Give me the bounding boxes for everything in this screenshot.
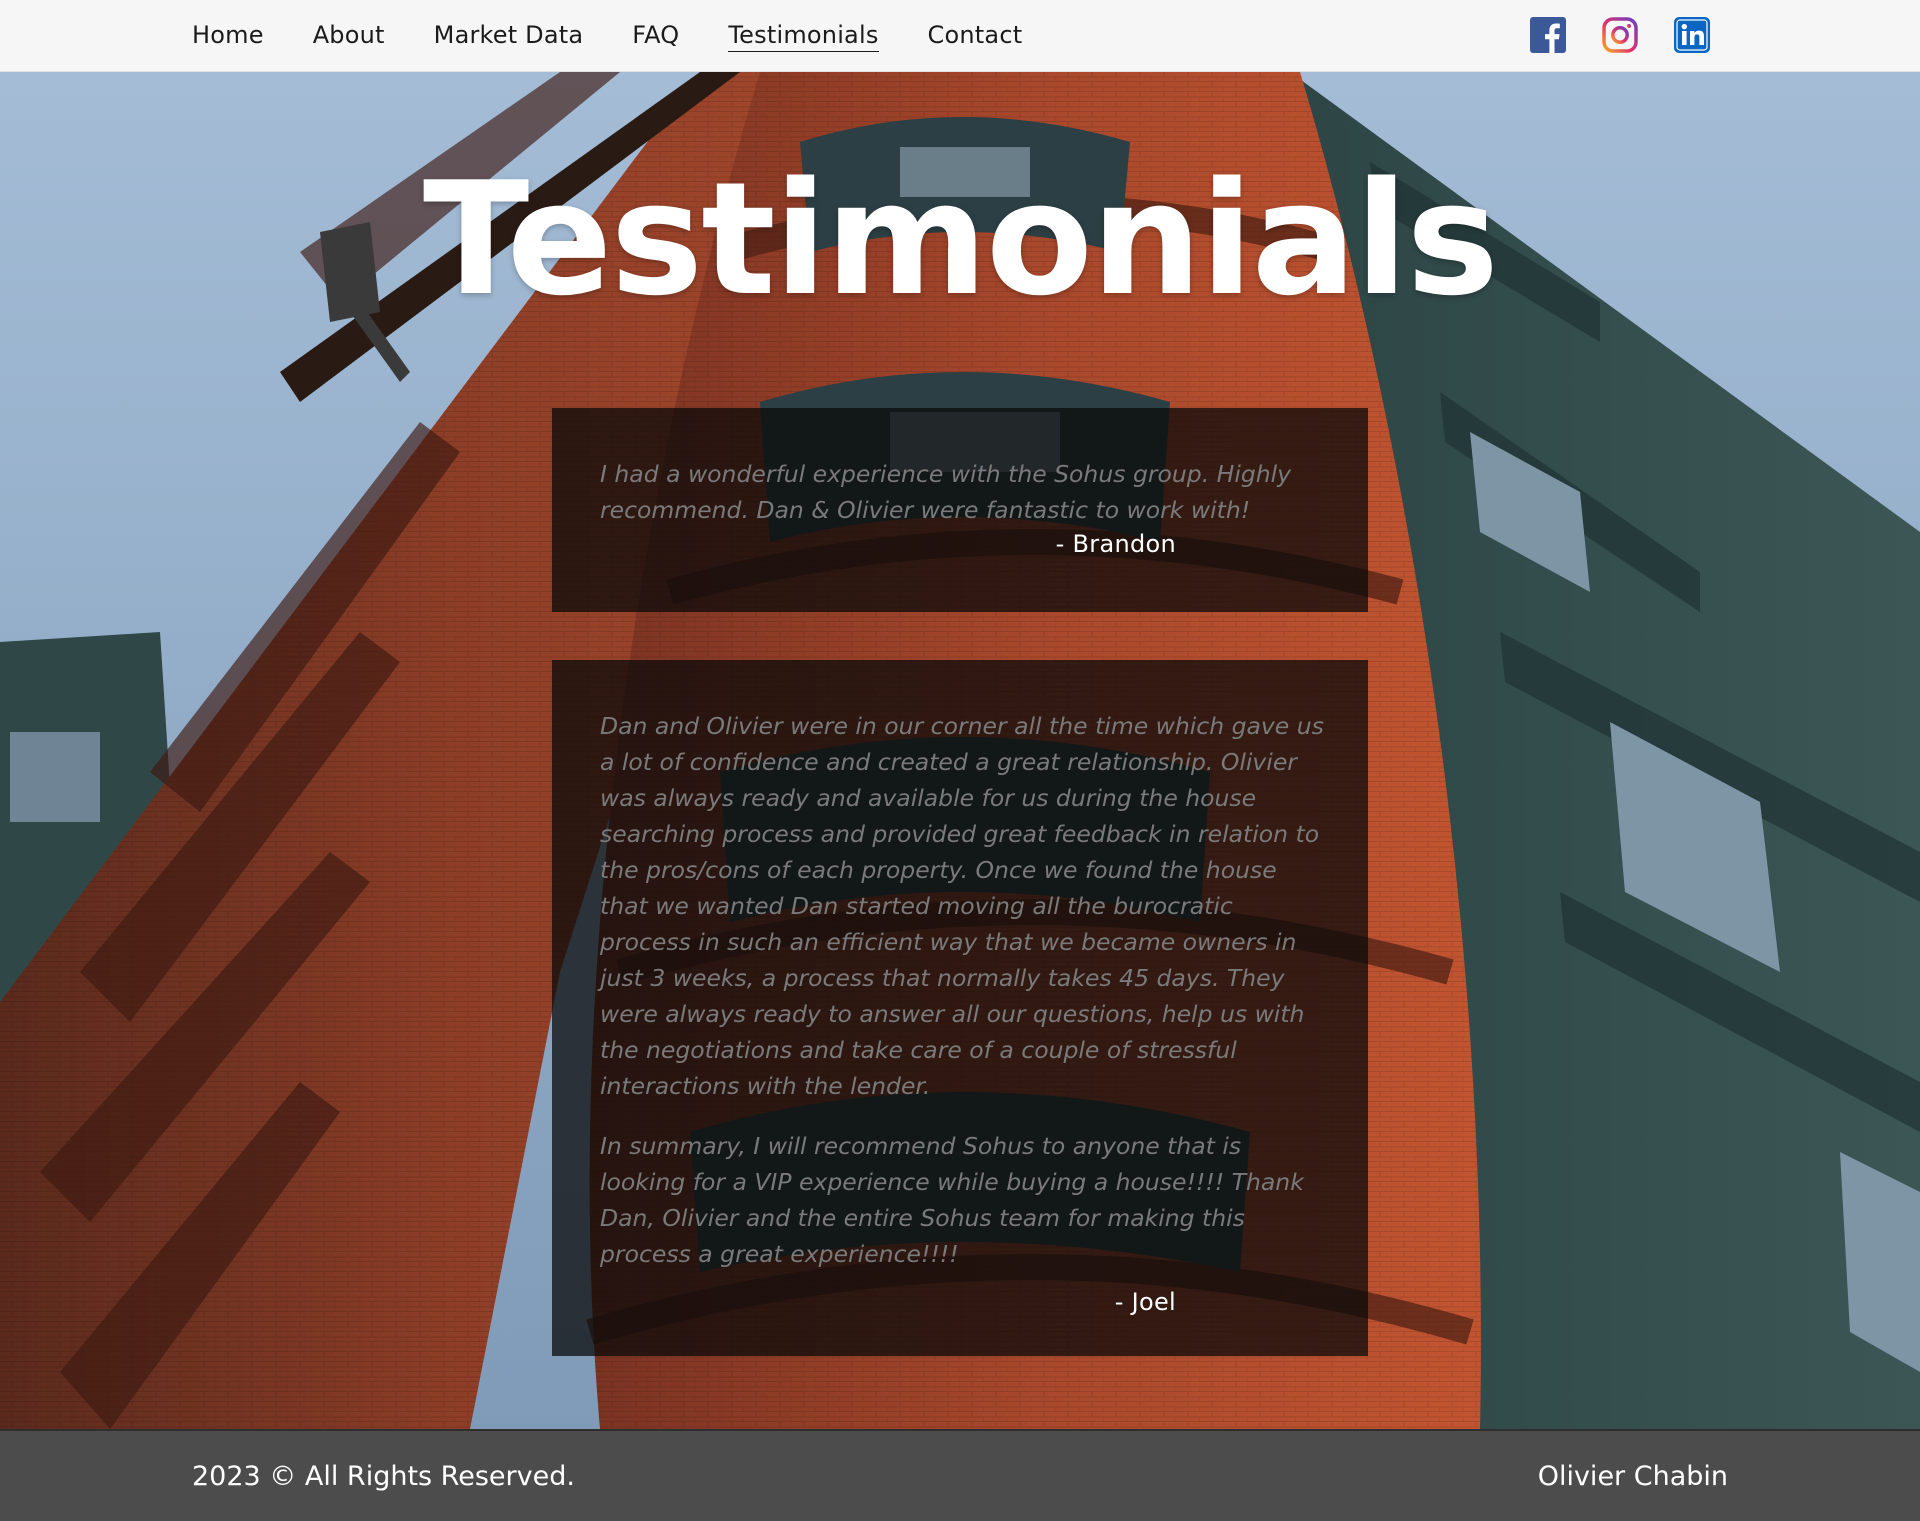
footer-copyright: 2023 © All Rights Reserved.	[192, 1461, 575, 1492]
testimonial-card: Dan and Olivier were in our corner all t…	[552, 660, 1368, 1356]
top-navigation: Home About Market Data FAQ Testimonials …	[0, 0, 1920, 72]
nav-contact[interactable]: Contact	[928, 21, 1023, 51]
nav-testimonials[interactable]: Testimonials	[728, 21, 879, 52]
testimonial-author: - Brandon	[1055, 530, 1176, 558]
testimonial-quote: Dan and Olivier were in our corner all t…	[600, 712, 1324, 1100]
testimonial-quote: In summary, I will recommend Sohus to an…	[600, 1132, 1304, 1268]
testimonial-card: I had a wonderful experience with the So…	[552, 408, 1368, 612]
facebook-icon[interactable]	[1530, 17, 1566, 53]
testimonial-quote: I had a wonderful experience with the So…	[600, 460, 1292, 524]
testimonial-author: - Joel	[1114, 1288, 1176, 1316]
nav-market-data[interactable]: Market Data	[434, 21, 584, 51]
linkedin-icon[interactable]	[1674, 17, 1710, 53]
footer: 2023 © All Rights Reserved. Olivier Chab…	[0, 1429, 1920, 1521]
footer-name: Olivier Chabin	[1537, 1461, 1728, 1492]
nav-faq[interactable]: FAQ	[632, 21, 679, 51]
page-title: Testimonials	[422, 148, 1499, 330]
nav-home[interactable]: Home	[192, 21, 264, 51]
instagram-icon[interactable]	[1602, 17, 1638, 53]
social-links	[1530, 17, 1746, 53]
nav-links: Home About Market Data FAQ Testimonials …	[192, 0, 1071, 72]
nav-about[interactable]: About	[313, 21, 385, 51]
